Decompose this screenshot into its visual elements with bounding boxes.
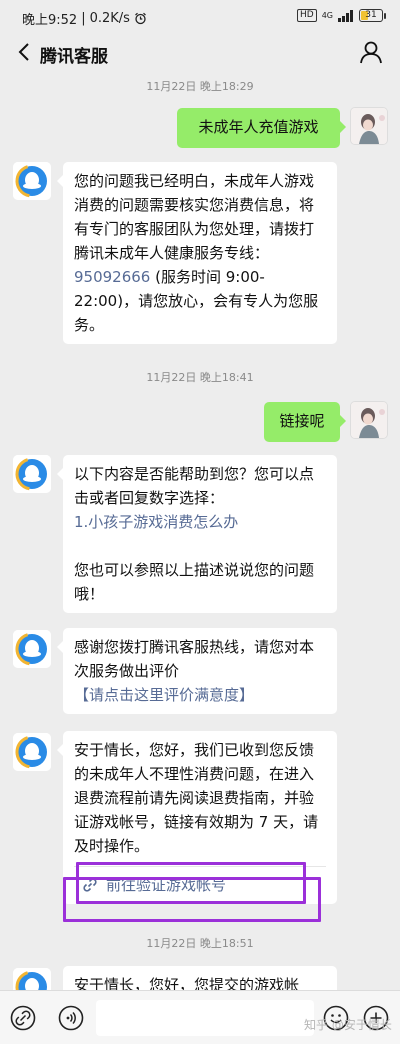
network-type: 4G [321,11,333,20]
user-avatar[interactable] [350,107,388,145]
bot-message: 您的问题我已经明白，未成年人游戏消费的问题需要核实您消费信息，将有专门的客服团队… [57,162,337,344]
watermark: 知乎 @安于情长 [304,1018,392,1032]
person-icon[interactable] [358,39,384,65]
highlight-box [63,877,321,922]
timestamp: 11月22日 晚上18:41 [146,371,254,384]
voice-icon[interactable] [58,1005,84,1031]
bot-message: 感谢您拨打腾讯客服热线，请您对本次服务做出评价 【请点击这里评价满意度】 [57,628,337,714]
page-title: 腾讯客服 [40,47,108,67]
nav-bar: 腾讯客服 [0,34,400,70]
battery-icon: 31 [359,9,386,22]
chevron-left-icon[interactable] [14,40,36,64]
user-message[interactable]: 未成年人充值游戏 [177,108,346,148]
timestamp: 11月22日 晚上18:29 [146,80,254,93]
status-speed: 0.2K/s [89,11,130,26]
timestamp: 11月22日 晚上18:51 [146,937,254,950]
bot-message: 以下内容是否能帮助到您？您可以点击或者回复数字选择： 1.小孩子游戏消费怎么办 … [57,455,337,613]
option-link[interactable]: 1.小孩子游戏消费怎么办 [74,510,326,534]
user-avatar[interactable] [350,401,388,439]
user-message[interactable]: 链接呢 [264,402,346,442]
bot-avatar[interactable] [13,162,51,200]
bot-avatar[interactable] [13,455,51,493]
message-input[interactable] [96,1000,314,1036]
status-bar: 晚上9:52 | 0.2K/s HD 4G 31 [0,0,400,34]
hd-badge: HD [297,9,317,22]
signal-icon [338,9,354,22]
alarm-icon [135,12,146,25]
link-icon[interactable] [10,1005,36,1031]
phone-link[interactable]: 95092666 [74,268,150,286]
battery-level: 31 [365,10,377,20]
rating-link[interactable]: 【请点击这里评价满意度】 [74,683,326,707]
bot-avatar[interactable] [13,733,51,771]
status-time: 晚上9:52 [22,13,78,28]
bot-avatar[interactable] [13,630,51,668]
